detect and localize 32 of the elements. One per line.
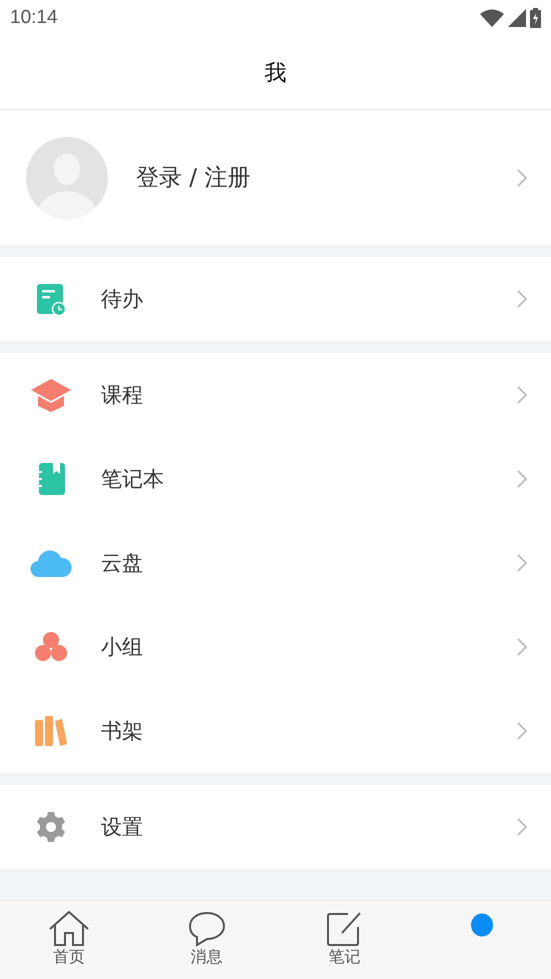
chevron-icon bbox=[517, 290, 527, 308]
menu-item[interactable]: 笔记本 bbox=[101, 465, 517, 493]
home-icon bbox=[48, 911, 89, 947]
status-time: 10:14 bbox=[10, 7, 58, 29]
nav-tab[interactable]: 消息 bbox=[138, 901, 276, 979]
clock-document-icon bbox=[34, 282, 66, 316]
menu-item[interactable]: 课程 bbox=[101, 381, 517, 409]
menu-item[interactable]: 小组 bbox=[101, 633, 517, 661]
menu-item[interactable]: 云盘 bbox=[101, 549, 517, 577]
nav-tab[interactable]: 首页 bbox=[0, 901, 138, 979]
page-title: 我 bbox=[264, 60, 286, 88]
dot-icon bbox=[470, 913, 494, 937]
menu-item[interactable]: 书架 bbox=[101, 717, 517, 745]
chevron-icon bbox=[517, 470, 527, 488]
books-icon bbox=[34, 715, 68, 747]
chevron-icon bbox=[517, 638, 527, 656]
cloud-icon bbox=[30, 548, 72, 578]
edit-icon bbox=[326, 911, 362, 947]
three-circles-icon bbox=[34, 631, 68, 663]
chevron-icon bbox=[517, 722, 527, 740]
chevron-icon bbox=[517, 554, 527, 572]
speech-bubble-icon bbox=[188, 911, 226, 947]
chevron-icon bbox=[517, 818, 527, 836]
login-register-link[interactable]: 登录 / 注册 bbox=[136, 162, 517, 193]
graduation-cap-icon bbox=[30, 377, 72, 413]
nav-tab[interactable]: 笔记 bbox=[276, 901, 414, 979]
settings-icon bbox=[34, 811, 66, 843]
battery-icon bbox=[530, 8, 541, 28]
chevron-icon bbox=[517, 386, 527, 404]
signal-icon bbox=[508, 9, 526, 27]
chevron-icon bbox=[517, 168, 527, 186]
wifi-icon bbox=[480, 9, 504, 27]
